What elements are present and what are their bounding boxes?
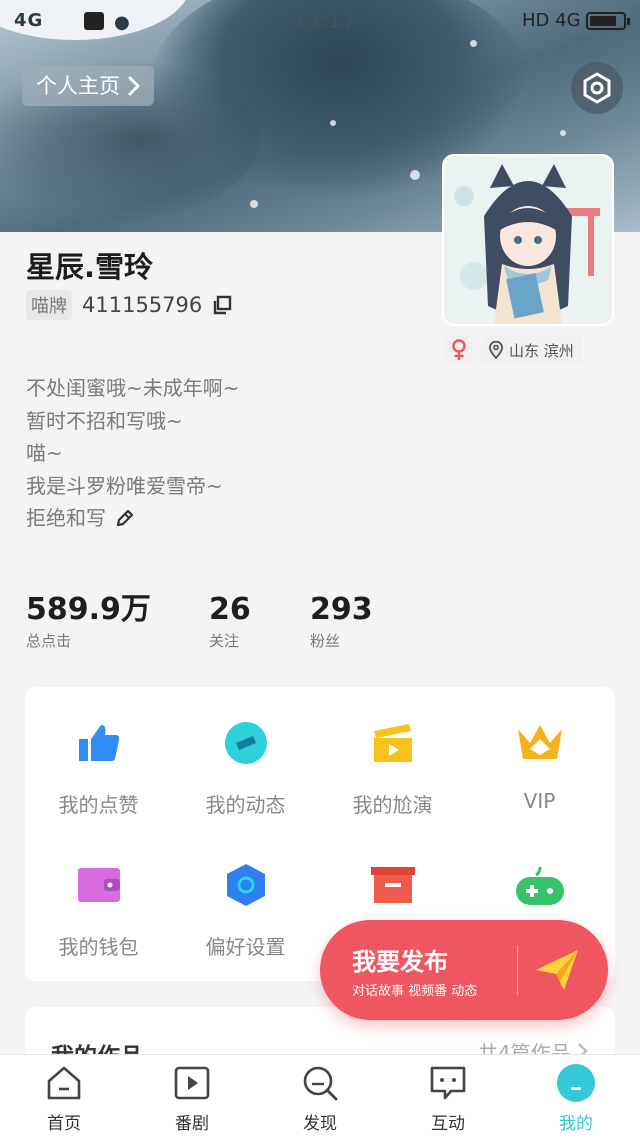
- location-pin-icon: [489, 341, 503, 359]
- nav-label: 我的: [559, 1114, 593, 1134]
- avatar-illustration: [444, 156, 612, 324]
- bio-line: 我是斗罗粉唯爱雪帝~: [26, 473, 223, 498]
- grid-item-moments[interactable]: 我的动态: [172, 717, 319, 818]
- profile-icon: [557, 1064, 595, 1102]
- wallet-icon: [77, 868, 120, 902]
- homepage-label: 个人主页: [36, 74, 120, 98]
- username: 星辰.雪玲: [26, 250, 154, 284]
- nav-label: 发现: [303, 1114, 337, 1134]
- bio-line: 拒绝和写: [26, 506, 106, 530]
- grid-item-vip[interactable]: VIP: [466, 717, 613, 813]
- bottom-navigation: 首页 番剧 发现 互动 我的: [0, 1054, 640, 1139]
- location-badge: 山东 滨州: [481, 336, 582, 364]
- grid-label: 我的钱包: [58, 935, 139, 959]
- bio-line: 暂时不招和写哦~: [26, 408, 183, 433]
- stat-value: 589.9万: [26, 592, 151, 627]
- archive-box-icon: [370, 867, 415, 903]
- stat-label: 关注: [209, 632, 240, 650]
- network-indicator: HD 4G: [522, 10, 581, 31]
- nav-label: 互动: [431, 1114, 465, 1134]
- grid-item-performance[interactable]: 我的尬演: [319, 717, 466, 818]
- nav-home[interactable]: 首页: [0, 1063, 128, 1134]
- bio: 不处闺蜜哦~未成年啊~ 暂时不招和写哦~ 喵~ 我是斗罗粉唯爱雪帝~ 拒绝和写: [26, 372, 446, 535]
- publish-title: 我要发布: [352, 948, 448, 976]
- publish-subtitle: 对话故事 视频番 动态: [352, 984, 478, 999]
- stat-followers[interactable]: 293 粉丝: [310, 592, 373, 651]
- stat-total-clicks[interactable]: 589.9万 总点击: [26, 592, 151, 651]
- grid-label: 我的尬演: [352, 793, 433, 817]
- stat-label: 总点击: [26, 632, 72, 650]
- signal-icon: 4G: [14, 10, 44, 31]
- edit-icon[interactable]: [114, 507, 136, 529]
- gender-badge: [445, 336, 473, 364]
- compass-icon: [224, 722, 267, 764]
- search-icon: [303, 1066, 338, 1101]
- location-text: 山东 滨州: [509, 341, 574, 360]
- nav-anime[interactable]: 番剧: [128, 1063, 256, 1134]
- personal-homepage-button[interactable]: 个人主页: [22, 66, 154, 106]
- stat-value: 26: [209, 592, 251, 627]
- bio-line: 不处闺蜜哦~未成年啊~: [26, 376, 240, 400]
- shopping-bag-icon: [84, 12, 104, 30]
- status-time: 19:17: [292, 9, 356, 34]
- crown-icon: [517, 725, 562, 759]
- chat-icon: [430, 1066, 466, 1100]
- play-icon: [174, 1066, 210, 1100]
- grid-item-likes[interactable]: 我的点赞: [25, 717, 172, 818]
- home-icon: [47, 1066, 81, 1100]
- stat-label: 粉丝: [310, 632, 341, 650]
- thumbs-up-icon: [78, 725, 119, 761]
- stat-value: 293: [310, 592, 373, 627]
- nav-interact[interactable]: 互动: [384, 1063, 512, 1134]
- grid-label: 我的动态: [205, 793, 286, 817]
- user-id-row: 喵牌 411155796: [26, 290, 232, 320]
- female-icon: [452, 339, 466, 360]
- hexagon-settings-icon: [583, 72, 611, 104]
- grid-item-preferences[interactable]: 偏好设置: [172, 859, 319, 960]
- id-tag: 喵牌: [26, 290, 72, 320]
- grid-label: 我的点赞: [58, 793, 139, 817]
- nav-label: 首页: [47, 1114, 81, 1134]
- hexagon-settings-icon: [226, 864, 265, 906]
- nav-mine[interactable]: 我的: [512, 1063, 640, 1134]
- nav-label: 番剧: [175, 1114, 209, 1134]
- gamepad-icon: [515, 866, 564, 905]
- grid-label: 偏好设置: [205, 935, 286, 959]
- status-bar: 4G ● 19:17 HD 4G: [0, 0, 640, 44]
- chevron-right-icon: [128, 76, 140, 96]
- copy-icon[interactable]: [212, 295, 232, 315]
- clapperboard-icon: [373, 724, 412, 762]
- grid-label: VIP: [523, 789, 556, 813]
- divider: [517, 945, 518, 995]
- settings-button[interactable]: [571, 62, 623, 114]
- wechat-icon: ●: [114, 12, 130, 33]
- bio-line: 喵~: [26, 441, 63, 465]
- avatar[interactable]: [442, 154, 614, 326]
- grid-item-wallet[interactable]: 我的钱包: [25, 859, 172, 960]
- nav-discover[interactable]: 发现: [256, 1063, 384, 1134]
- paper-plane-icon: [536, 950, 578, 990]
- user-id: 411155796: [82, 293, 203, 317]
- battery-icon: [586, 12, 630, 30]
- publish-button[interactable]: 我要发布 对话故事 视频番 动态: [320, 920, 608, 1020]
- stat-following[interactable]: 26 关注: [209, 592, 251, 651]
